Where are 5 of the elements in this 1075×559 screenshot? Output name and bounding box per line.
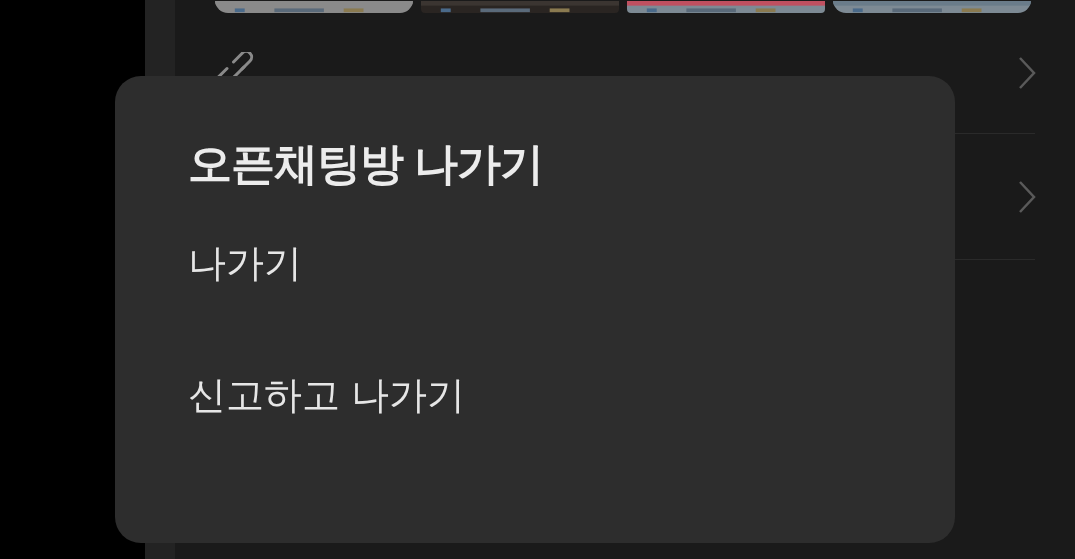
chevron-right-icon — [1017, 179, 1037, 214]
menu-option[interactable]: 나가기 — [188, 240, 302, 287]
menu-option[interactable]: 신고하고 나가기 — [188, 373, 465, 419]
dialog-title: 오픈채팅방 나가기 — [188, 138, 544, 190]
chevron-right-icon — [1017, 56, 1037, 90]
